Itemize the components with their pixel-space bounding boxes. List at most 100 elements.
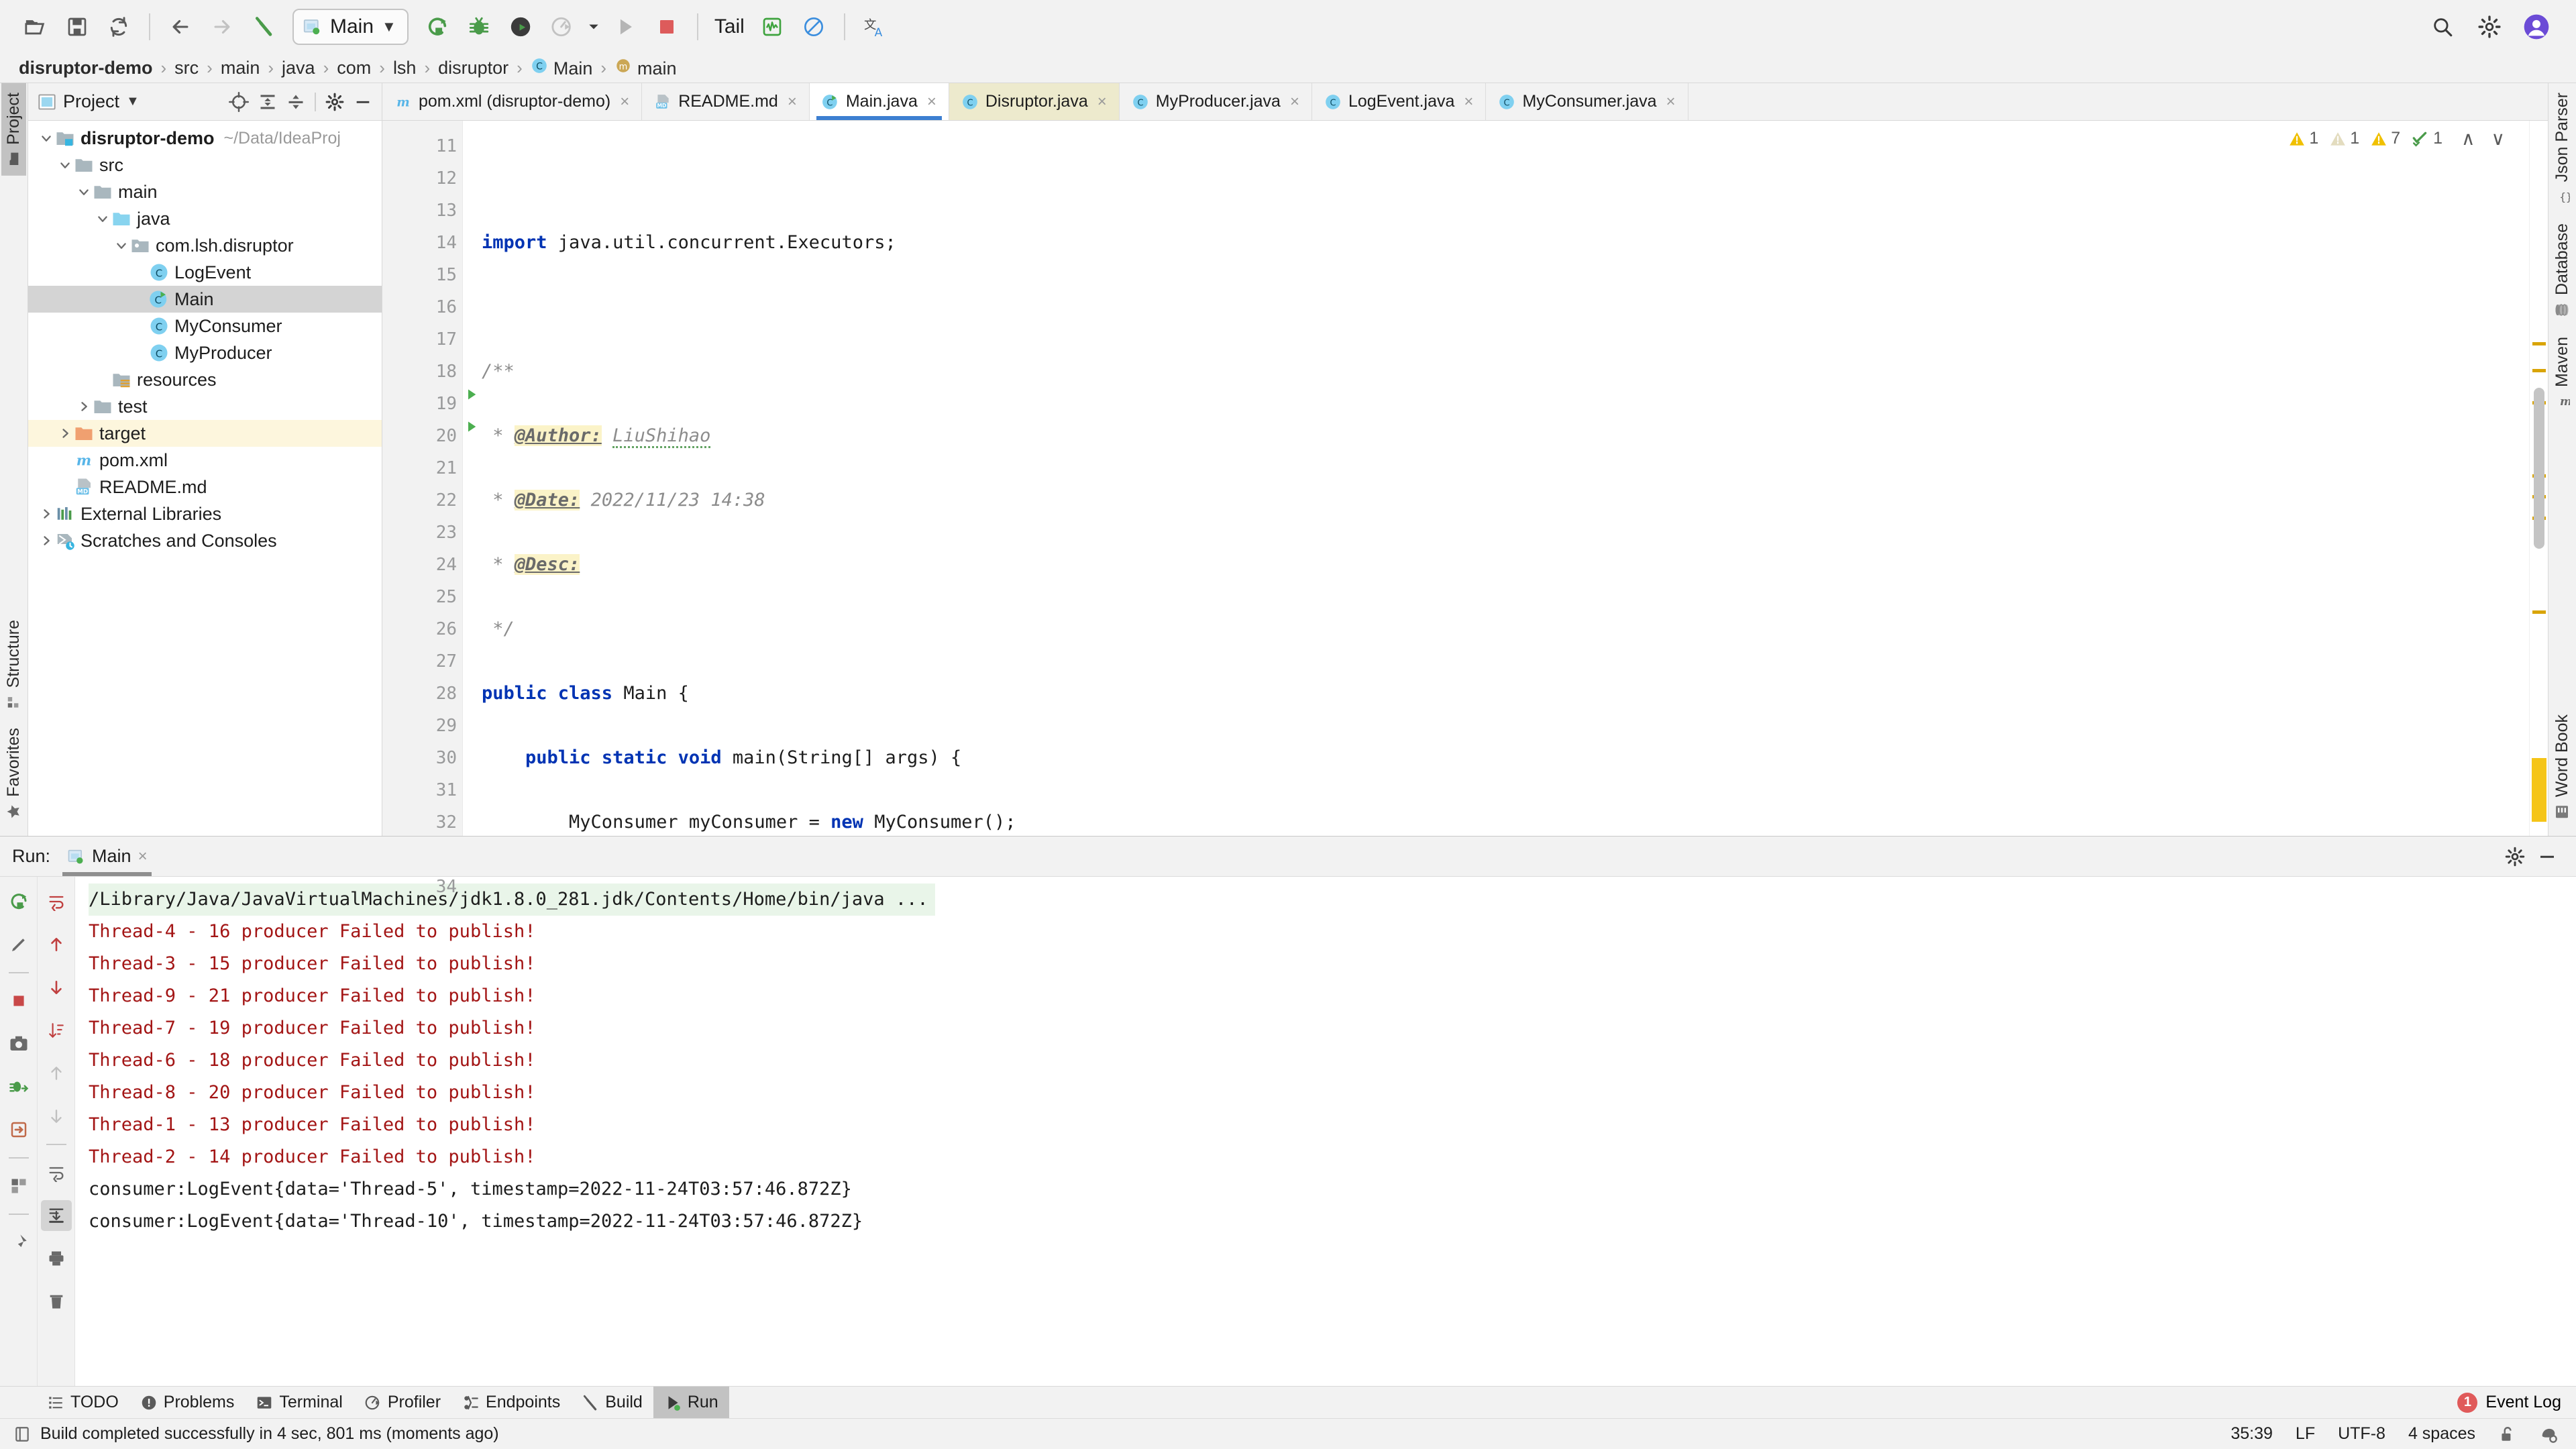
line-separator[interactable]: LF bbox=[2296, 1424, 2315, 1444]
chevron-down-icon[interactable] bbox=[113, 239, 130, 252]
scroll-up-icon[interactable] bbox=[41, 929, 72, 960]
run-icon[interactable] bbox=[417, 6, 458, 48]
close-icon[interactable]: × bbox=[927, 93, 936, 111]
editor-tab-logevent-java[interactable]: C LogEvent.java × bbox=[1311, 83, 1487, 120]
scroll-to-end-icon[interactable] bbox=[40, 1200, 72, 1231]
editor-tab-myproducer-java[interactable]: C MyProducer.java × bbox=[1119, 83, 1312, 120]
sidebar-item-favorites[interactable]: Favorites bbox=[1, 718, 26, 829]
tree-node-resources[interactable]: resources bbox=[28, 366, 382, 393]
gutter-line[interactable]: 25 bbox=[382, 581, 462, 613]
tree-node-main[interactable]: main bbox=[28, 178, 382, 205]
tree-node-java[interactable]: java bbox=[28, 205, 382, 232]
print-icon[interactable] bbox=[41, 1243, 72, 1274]
warning-count-group[interactable]: 1 bbox=[2288, 129, 2318, 148]
chevron-down-icon[interactable] bbox=[56, 158, 74, 172]
pin-icon[interactable] bbox=[3, 1227, 34, 1258]
toolwindow-button-profiler[interactable]: Profiler bbox=[354, 1387, 451, 1418]
stop-icon[interactable] bbox=[646, 6, 688, 48]
close-icon[interactable]: × bbox=[1290, 93, 1299, 111]
breadcrumb-item-method[interactable]: m main bbox=[608, 57, 684, 79]
gutter-line[interactable]: 15 bbox=[382, 259, 462, 291]
run-configuration-selector[interactable]: Main ▼ bbox=[292, 9, 409, 45]
toolwindow-button-run[interactable]: Run bbox=[653, 1387, 729, 1418]
tree-node-external-libraries[interactable]: External Libraries bbox=[28, 500, 382, 527]
close-icon[interactable]: × bbox=[1097, 93, 1107, 111]
editor-tabbar[interactable]: m pom.xml (disruptor-demo) × MD README.md × C M… bbox=[382, 83, 2548, 121]
toolwindow-button-problems[interactable]: Problems bbox=[129, 1387, 246, 1418]
ok-count-group[interactable]: 1 bbox=[2411, 129, 2443, 148]
expand-all-icon[interactable] bbox=[258, 93, 277, 111]
gutter-line[interactable]: 27 bbox=[382, 645, 462, 678]
editor-scrollbar[interactable] bbox=[2529, 121, 2548, 836]
unlocked-icon[interactable] bbox=[2498, 1426, 2516, 1443]
tree-node-disruptor-demo[interactable]: disruptor-demo ~/Data/IdeaProj bbox=[28, 125, 382, 152]
gutter-line[interactable]: 26 bbox=[382, 613, 462, 645]
gutter-line[interactable]: 14 bbox=[382, 227, 462, 259]
wrap-icon[interactable] bbox=[41, 1157, 72, 1188]
toolwindow-button-build[interactable]: Build bbox=[571, 1387, 653, 1418]
console-output[interactable]: /Library/Java/JavaVirtualMachines/jdk1.8… bbox=[75, 877, 2576, 1386]
edit-configuration-icon[interactable] bbox=[3, 929, 34, 960]
sidebar-item-project[interactable]: Project bbox=[1, 83, 26, 176]
editor-tab-myconsumer-java[interactable]: C MyConsumer.java × bbox=[1486, 83, 1688, 120]
chevron-down-icon[interactable]: ▼ bbox=[126, 94, 140, 109]
layout-icon[interactable] bbox=[3, 1171, 34, 1201]
gear-icon[interactable] bbox=[2469, 6, 2510, 48]
scrollbar-thumb[interactable] bbox=[2534, 388, 2544, 549]
chevron-down-icon[interactable] bbox=[94, 212, 111, 225]
gutter-line[interactable]: 11 bbox=[382, 130, 462, 162]
clear-all-icon[interactable] bbox=[41, 1286, 72, 1317]
breadcrumb-item-disruptor[interactable]: disruptor bbox=[431, 58, 515, 78]
encoding[interactable]: UTF-8 bbox=[2338, 1424, 2385, 1444]
gutter-line[interactable]: 20 bbox=[382, 420, 476, 452]
breadcrumb-item-src[interactable]: src bbox=[168, 58, 205, 78]
tree-node-test[interactable]: test bbox=[28, 393, 382, 420]
close-icon[interactable]: × bbox=[1464, 93, 1473, 111]
avatar[interactable] bbox=[2516, 6, 2557, 48]
gutter-line[interactable]: 32 bbox=[382, 806, 462, 839]
weak-warning-count-group[interactable]: 1 bbox=[2329, 129, 2359, 148]
sidebar-item-structure[interactable]: Structure bbox=[1, 610, 26, 718]
build-hammer-icon[interactable] bbox=[243, 6, 284, 48]
editor-tab-readme-md[interactable]: MD README.md × bbox=[642, 83, 810, 120]
settings-gear-icon[interactable] bbox=[325, 93, 344, 111]
toolwindow-button-terminal[interactable]: Terminal bbox=[245, 1387, 353, 1418]
gutter-line[interactable]: 18 bbox=[382, 356, 462, 388]
scroll-marker[interactable] bbox=[2532, 610, 2546, 614]
code-content[interactable]: import java.util.concurrent.Executors; /… bbox=[463, 121, 2529, 836]
gear-icon[interactable] bbox=[2505, 847, 2525, 867]
close-icon[interactable]: × bbox=[620, 93, 629, 111]
scroll-error-block[interactable] bbox=[2532, 758, 2546, 822]
tree-node-readme-md[interactable]: MD README.md bbox=[28, 474, 382, 500]
gutter-line[interactable]: 21 bbox=[382, 452, 462, 484]
editor-tab-disruptor-java[interactable]: C Disruptor.java × bbox=[949, 83, 1120, 120]
soft-wrap-icon[interactable] bbox=[41, 886, 72, 917]
monitor-icon[interactable] bbox=[751, 6, 793, 48]
rerun-icon[interactable] bbox=[3, 886, 34, 917]
chevron-right-icon[interactable] bbox=[38, 507, 55, 521]
editor-tab-pom-xml-disruptor-demo-[interactable]: m pom.xml (disruptor-demo) × bbox=[382, 83, 643, 120]
toolwindow-button-todo[interactable]: TODO bbox=[36, 1387, 129, 1418]
tree-node-logevent[interactable]: C LogEvent bbox=[28, 259, 382, 286]
run-tab-main[interactable]: Main × bbox=[58, 837, 156, 876]
code-viewport[interactable]: import java.util.concurrent.Executors; /… bbox=[463, 121, 2529, 836]
back-arrow-icon[interactable] bbox=[160, 6, 201, 48]
block-icon[interactable] bbox=[793, 6, 835, 48]
search-icon[interactable] bbox=[2422, 6, 2463, 48]
tree-node-myproducer[interactable]: C MyProducer bbox=[28, 339, 382, 366]
breadcrumb-item-class[interactable]: C Main bbox=[524, 57, 600, 79]
sidebar-item-json-parser[interactable]: {} Json Parser bbox=[2550, 83, 2575, 214]
translate-icon[interactable]: 文A bbox=[855, 6, 896, 48]
open-folder-icon[interactable] bbox=[15, 6, 56, 48]
tree-node-pom-xml[interactable]: m pom.xml bbox=[28, 447, 382, 474]
editor-gutter[interactable]: 11 12 13 14 15 16 17 18 19 20 21 22 23 24 25 26 27 28 29 30… bbox=[382, 121, 476, 897]
caret-position[interactable]: 35:39 bbox=[2231, 1424, 2273, 1444]
thread-dump-icon[interactable] bbox=[3, 1071, 34, 1102]
breadcrumb-item-java[interactable]: java bbox=[275, 58, 322, 78]
gutter-line[interactable]: 13 bbox=[382, 195, 462, 227]
scroll-marker[interactable] bbox=[2532, 342, 2546, 345]
sidebar-item-word-book[interactable]: Word Book bbox=[2550, 705, 2575, 829]
gutter-line[interactable]: 16 bbox=[382, 291, 462, 323]
run-with-coverage-icon[interactable] bbox=[500, 6, 541, 48]
gutter-line[interactable]: 31 bbox=[382, 774, 462, 806]
